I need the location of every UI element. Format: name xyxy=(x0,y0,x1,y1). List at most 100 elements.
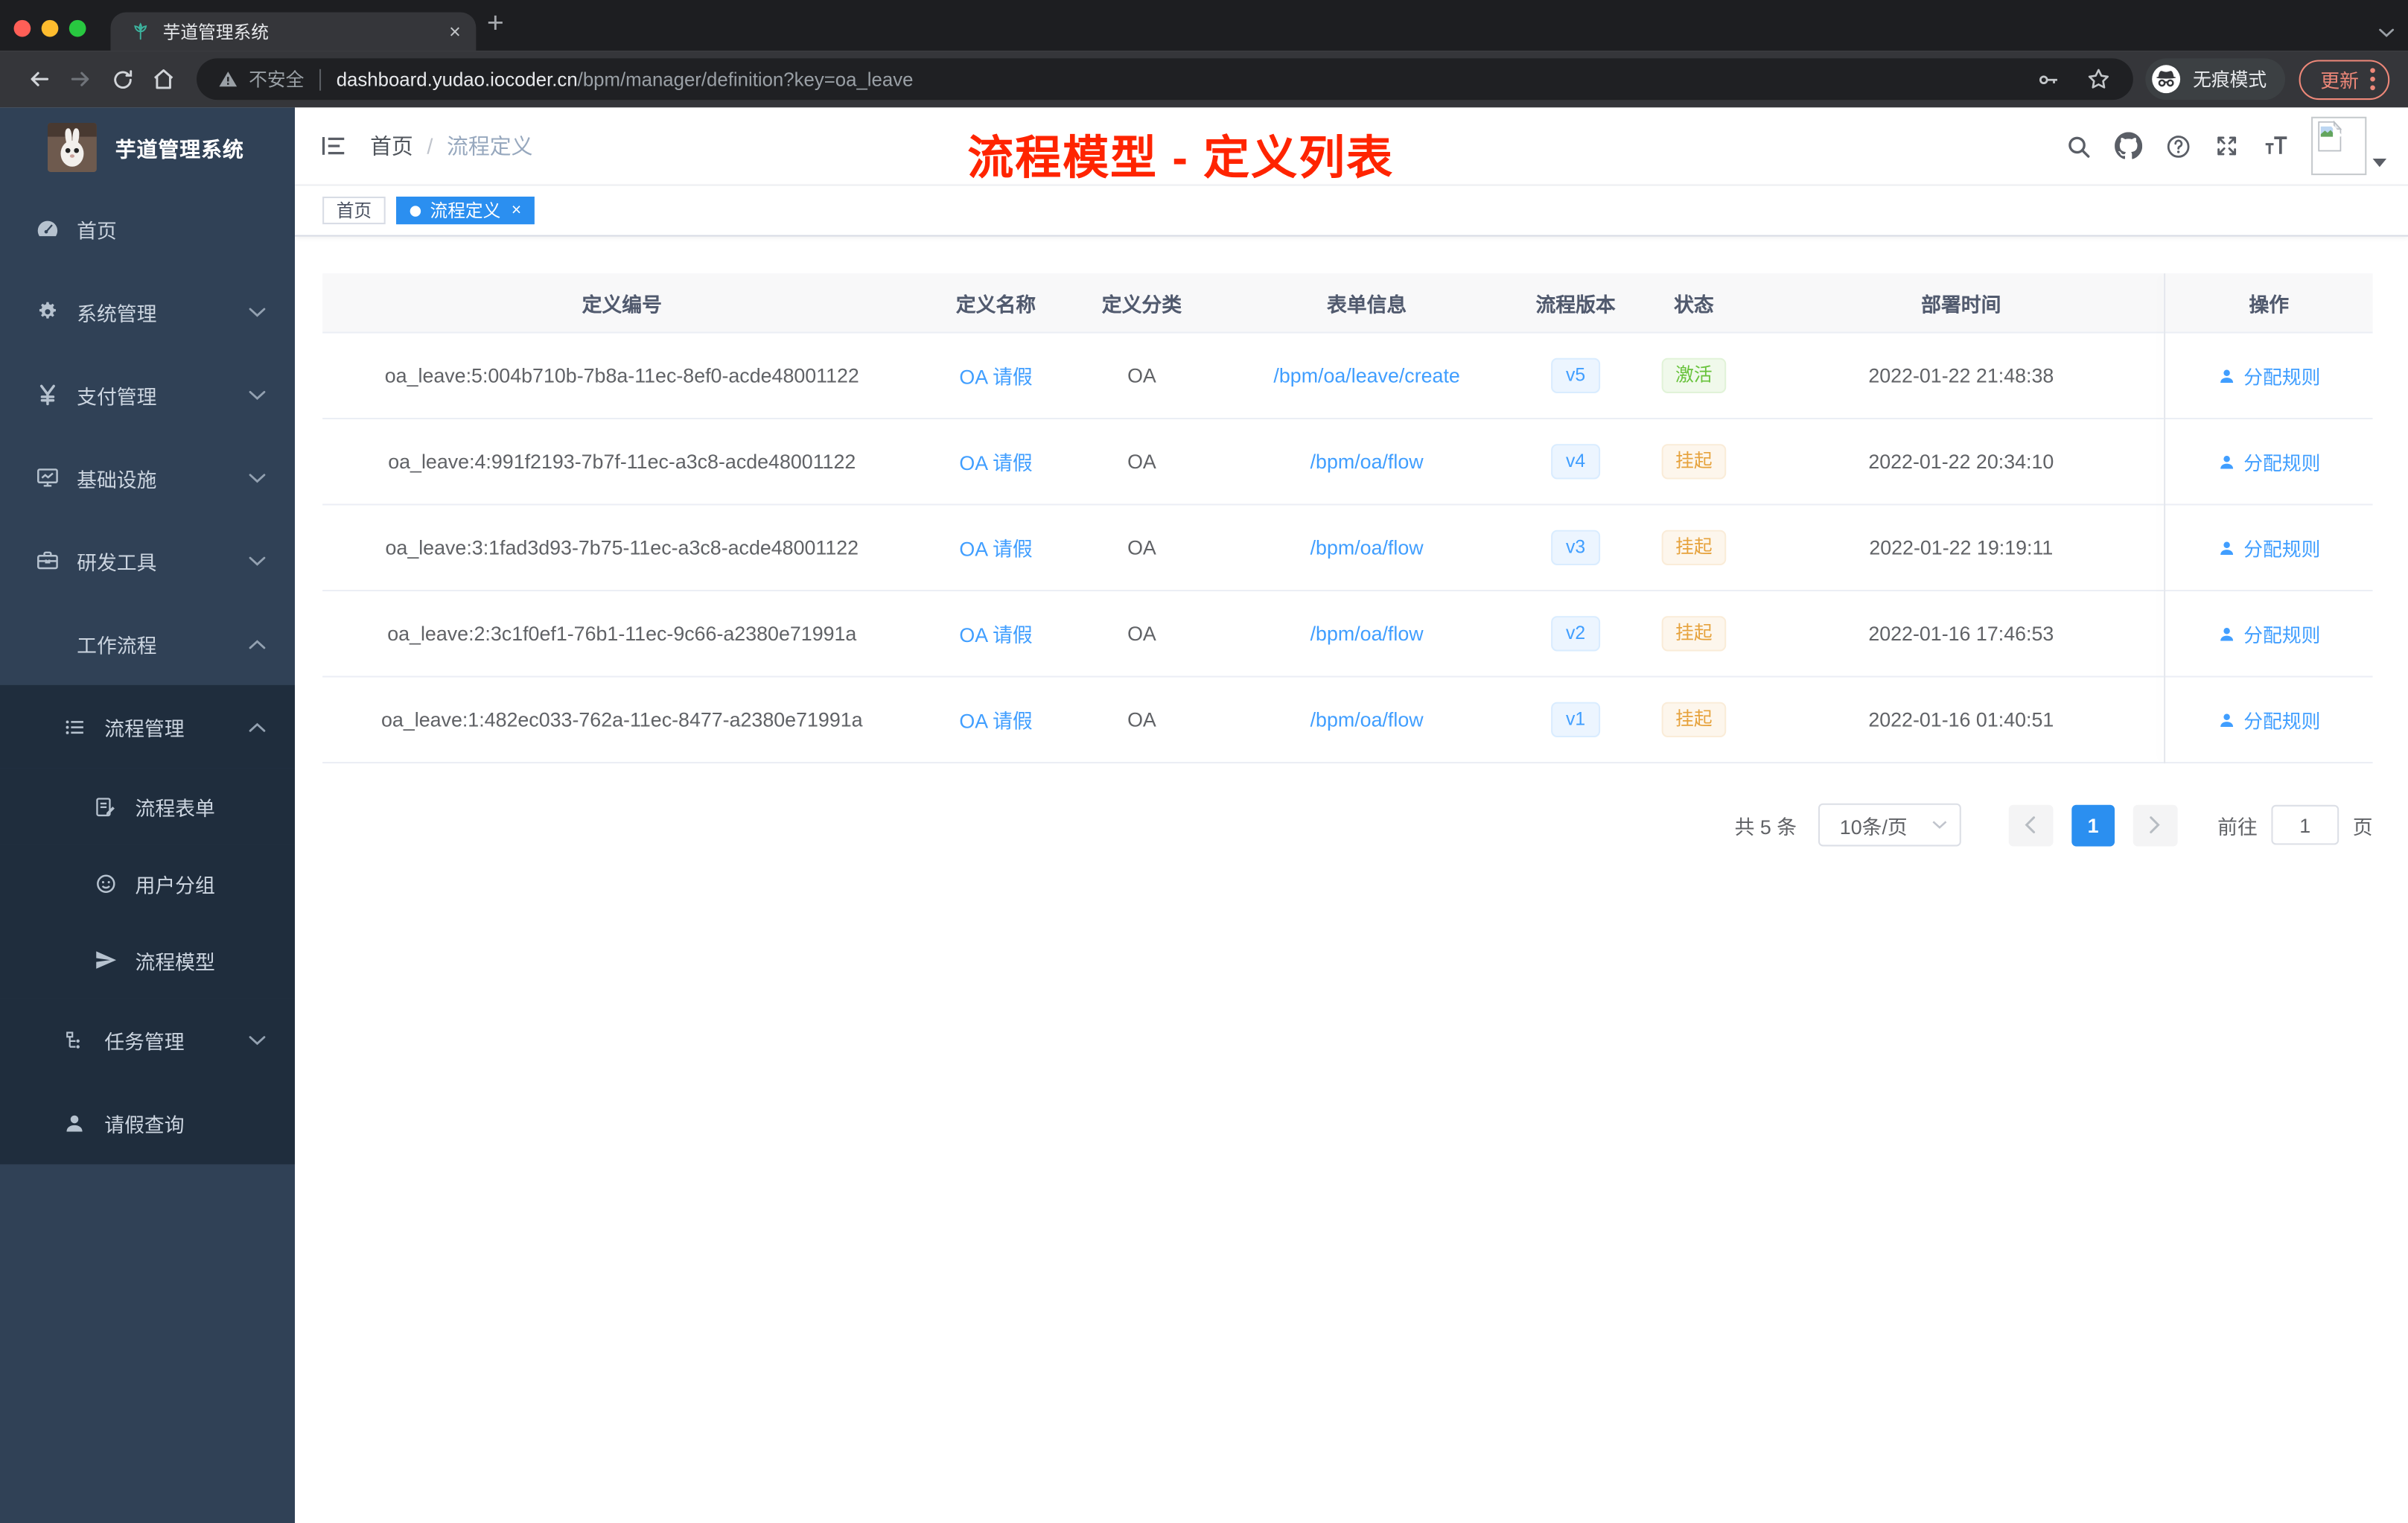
form-info-link[interactable]: /bpm/oa/flow xyxy=(1213,622,1520,645)
screen: 芋道管理系统 × + 不安全 dashboard.yudao.iocoder.c… xyxy=(0,0,2408,1523)
definition-table: 定义编号 定义名称 定义分类 表单信息 流程版本 状态 部署时间 操作 oa_leave:5:… xyxy=(322,273,2373,764)
back-icon[interactable] xyxy=(19,58,60,100)
browser-tab-strip: 芋道管理系统 × + xyxy=(0,0,2408,51)
definition-id-cell: oa_leave:4:991f2193-7b7f-11ec-a3c8-acde4… xyxy=(388,450,856,474)
assign-rule-action[interactable]: 分配规则 xyxy=(2165,619,2372,648)
bookmark-star-icon[interactable] xyxy=(2086,66,2112,92)
address-bar[interactable]: 不安全 dashboard.yudao.iocoder.cn /bpm/mana… xyxy=(197,58,2133,101)
definition-name-link[interactable]: OA 请假 xyxy=(922,361,1071,390)
chrome-update-button[interactable]: 更新 xyxy=(2299,59,2390,100)
zoom-window-button[interactable] xyxy=(69,19,86,37)
assign-rule-action[interactable]: 分配规则 xyxy=(2165,533,2372,562)
person-small-icon xyxy=(2217,538,2236,557)
form-info-link[interactable]: /bpm/oa/flow xyxy=(1213,450,1520,473)
sidebar-item-system-management[interactable]: 系统管理 xyxy=(0,270,295,353)
sidebar-item-label: 流程管理 xyxy=(104,716,185,740)
tag-active[interactable]: 流程定义 × xyxy=(396,197,535,225)
goto-page-input[interactable]: 1 xyxy=(2271,804,2339,845)
person-small-icon xyxy=(2217,710,2236,729)
close-window-button[interactable] xyxy=(13,19,31,37)
definition-name-link[interactable]: OA 请假 xyxy=(922,705,1071,734)
sidebar-item-process-form[interactable]: 流程表单 xyxy=(0,768,295,845)
sidebar-item-infrastructure[interactable]: 基础设施 xyxy=(0,436,295,519)
tab-title: 芋道管理系统 xyxy=(162,23,269,42)
sidebar-item-dev-tools[interactable]: 研发工具 xyxy=(0,519,295,602)
search-icon[interactable] xyxy=(2065,133,2092,159)
assign-rule-action[interactable]: 分配规则 xyxy=(2165,705,2372,734)
sidebar-item-label: 流程表单 xyxy=(135,796,215,820)
assign-rule-action[interactable]: 分配规则 xyxy=(2165,447,2372,476)
menu-dots-icon[interactable] xyxy=(2369,68,2375,91)
breadcrumb-home[interactable]: 首页 xyxy=(370,130,413,161)
breadcrumb-current: 流程定义 xyxy=(446,133,533,159)
new-tab-button[interactable]: + xyxy=(487,7,504,41)
deploy-time-cell: 2022-01-22 19:19:11 xyxy=(1869,535,2054,559)
sidebar-item-workflow[interactable]: 工作流程 xyxy=(0,602,295,685)
tab-search-chevron-icon[interactable] xyxy=(2379,19,2395,46)
sidebar-item-user-group[interactable]: 用户分组 xyxy=(0,845,295,922)
column-header-2: 定义分类 xyxy=(1101,292,1182,316)
minimize-window-button[interactable] xyxy=(41,19,59,37)
sidebar-item-process-management[interactable]: 流程管理 xyxy=(0,684,295,769)
red-annotation-title: 流程模型 - 定义列表 xyxy=(967,133,1395,185)
definition-name-link[interactable]: OA 请假 xyxy=(922,619,1071,648)
sidebar-menu: 首页系统管理支付管理 基础设施研发工具工作流程流程管理流程表单用户分组 流程模型 任务… xyxy=(0,188,295,1165)
fullscreen-icon[interactable] xyxy=(2214,133,2239,158)
password-key-icon[interactable] xyxy=(2036,67,2061,92)
definition-name-link[interactable]: OA 请假 xyxy=(922,533,1071,562)
column-header-1: 定义名称 xyxy=(955,292,1036,316)
tag-close-icon[interactable]: × xyxy=(512,201,521,219)
avatar-broken-image[interactable] xyxy=(2311,116,2367,176)
deploy-time-cell: 2022-01-22 21:48:38 xyxy=(1868,363,2054,387)
tab-close-icon[interactable]: × xyxy=(449,22,461,42)
toolbox-icon xyxy=(34,548,60,573)
divider xyxy=(319,68,322,90)
hamburger-icon[interactable] xyxy=(319,132,347,159)
sidebar-item-task-management[interactable]: 任务管理 xyxy=(0,998,295,1081)
chevron-up-icon xyxy=(249,721,266,731)
form-info-link[interactable]: /bpm/oa/flow xyxy=(1213,708,1520,731)
status-badge: 激活 xyxy=(1631,358,1756,393)
prev-page-button[interactable] xyxy=(2008,804,2054,846)
next-page-button[interactable] xyxy=(2133,804,2178,846)
sidebar-item-label: 请假查询 xyxy=(104,1113,185,1136)
tag-item[interactable]: 首页 xyxy=(322,197,386,225)
tree-icon xyxy=(62,1028,88,1052)
avatar-caret-down-icon[interactable] xyxy=(2372,147,2387,175)
not-secure-label[interactable]: 不安全 xyxy=(249,66,304,92)
assign-rule-action[interactable]: 分配规则 xyxy=(2165,361,2372,390)
sidebar-item-label: 研发工具 xyxy=(77,550,157,574)
definition-category-cell: OA xyxy=(1127,535,1156,559)
assign-rule-label: 分配规则 xyxy=(2243,366,2321,389)
sidebar-item-process-model[interactable]: 流程模型 xyxy=(0,921,295,999)
current-page-button[interactable]: 1 xyxy=(2071,804,2115,846)
url-host: dashboard.yudao.iocoder.cn xyxy=(336,68,578,90)
form-info-link[interactable]: /bpm/oa/leave/create xyxy=(1213,364,1520,387)
reload-icon[interactable] xyxy=(101,58,143,100)
page-size-select[interactable]: 10条/页 xyxy=(1818,803,1961,847)
sidebar-item-home[interactable]: 首页 xyxy=(0,188,295,270)
fixed-column-divider xyxy=(2164,273,2166,764)
assign-rule-label: 分配规则 xyxy=(2243,625,2321,647)
github-icon[interactable] xyxy=(2115,132,2143,159)
definition-id-cell: oa_leave:1:482ec033-762a-11ec-8477-a2380… xyxy=(381,708,863,731)
incognito-badge: 无痕模式 xyxy=(2145,58,2285,101)
column-header-0: 定义编号 xyxy=(582,292,662,316)
sidebar-item-payment-management[interactable]: 支付管理 xyxy=(0,353,295,436)
status-badge: 挂起 xyxy=(1631,616,1756,651)
font-size-icon[interactable] xyxy=(2262,132,2290,159)
status-badge: 挂起 xyxy=(1631,530,1756,565)
form-icon xyxy=(92,795,118,818)
table-row: oa_leave:2:3c1f0ef1-76b1-11ec-9c66-a2380… xyxy=(322,591,2373,678)
forward-icon[interactable] xyxy=(60,58,101,100)
sidebar-item-label: 首页 xyxy=(77,218,117,242)
page-content: 定义编号 定义名称 定义分类 表单信息 流程版本 状态 部署时间 操作 oa_leave:5:… xyxy=(295,236,2408,1523)
chevron-down-icon xyxy=(249,472,266,483)
browser-tab[interactable]: 芋道管理系统 × xyxy=(110,12,477,51)
sidebar-item-leave-query[interactable]: 请假查询 xyxy=(0,1081,295,1165)
definition-name-link[interactable]: OA 请假 xyxy=(922,447,1071,476)
home-icon[interactable] xyxy=(143,58,185,100)
sidebar-item-label: 系统管理 xyxy=(77,302,157,325)
form-info-link[interactable]: /bpm/oa/flow xyxy=(1213,536,1520,559)
help-question-icon[interactable] xyxy=(2165,133,2191,159)
